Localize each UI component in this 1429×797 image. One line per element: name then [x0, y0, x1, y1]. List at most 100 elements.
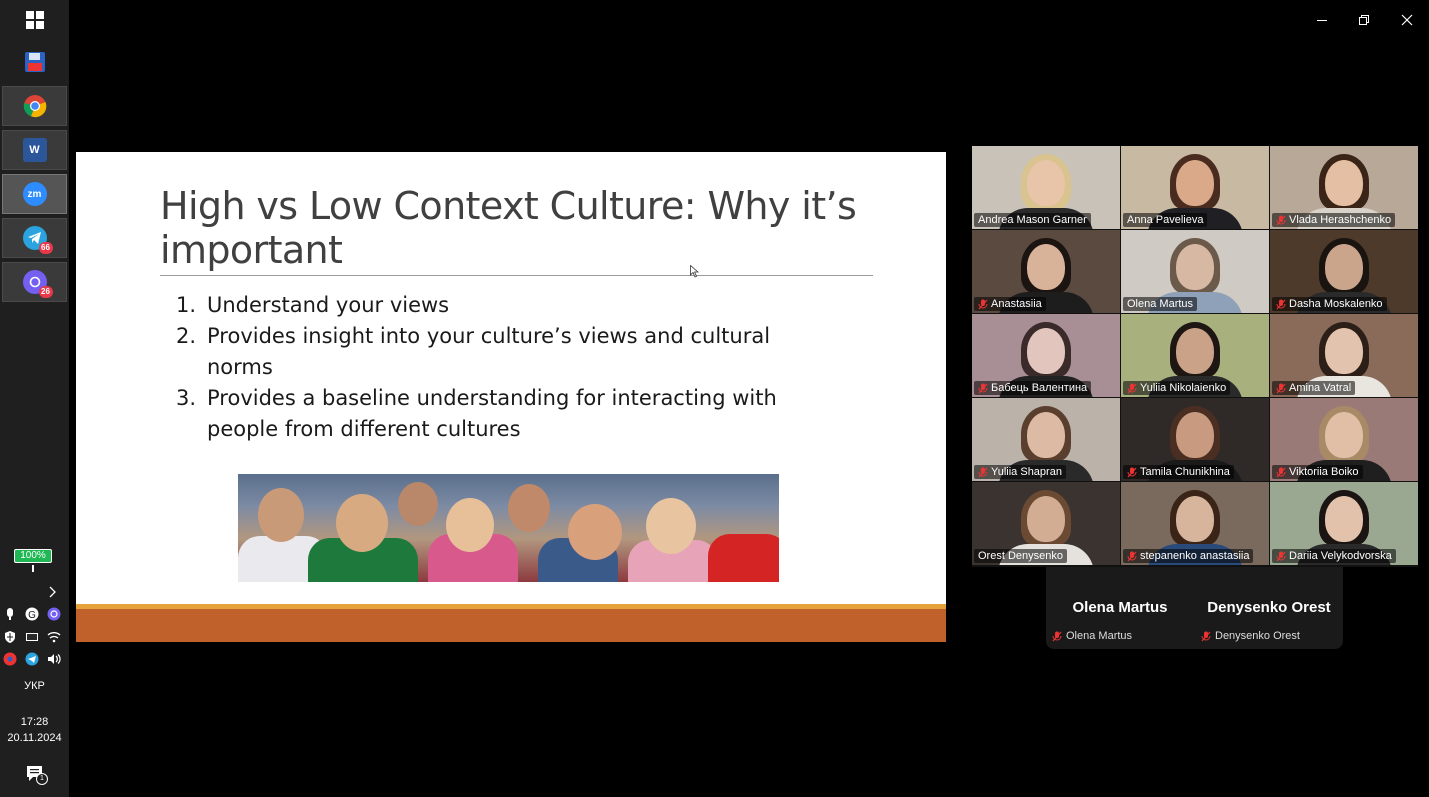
participant-name-tile[interactable]: Olena Martus Olena Martus: [1046, 567, 1194, 649]
notification-button[interactable]: 1: [25, 764, 48, 786]
participant-video-tile[interactable]: Olena Martus: [1121, 230, 1269, 313]
muted-mic-icon: [1127, 551, 1137, 561]
slide-list-item: 1. Understand your views: [176, 290, 796, 321]
participant-name-label: Dasha Moskalenko: [1272, 297, 1387, 311]
close-icon: [1401, 14, 1413, 26]
participant-name-label: Denysenko Orest: [1201, 630, 1300, 642]
muted-mic-icon: [1276, 383, 1286, 393]
muted-mic-icon: [1201, 631, 1211, 641]
telegram-app[interactable]: 66: [2, 218, 67, 258]
participant-name-tile[interactable]: Denysenko Orest Denysenko Orest: [1195, 567, 1343, 649]
volume-icon[interactable]: [47, 652, 61, 666]
participant-name-label: Yuliia Shapran: [974, 465, 1066, 479]
tray-expand-chevron-icon[interactable]: [48, 585, 58, 598]
participant-face: [1325, 496, 1363, 542]
chrome-app[interactable]: [2, 86, 67, 126]
participant-name-text: Andrea Mason Garner: [978, 214, 1087, 226]
start-button[interactable]: [2, 0, 67, 40]
muted-mic-icon: [978, 467, 988, 477]
participant-name-text: Olena Martus: [1066, 630, 1133, 642]
participant-video-tile[interactable]: Tamila Chunikhina: [1121, 398, 1269, 481]
participant-display-name: Denysenko Orest: [1207, 599, 1331, 616]
chrome-icon: [23, 95, 46, 118]
participant-face: [1176, 244, 1214, 290]
slide-footer-band: [76, 609, 946, 642]
battery-percent: 100%: [20, 550, 46, 561]
participant-video-tile[interactable]: Orest Denysenko: [972, 482, 1120, 565]
participant-name-label: Vlada Herashchenko: [1272, 213, 1396, 227]
participant-video-tile[interactable]: Yuliia Nikolaienko: [1121, 314, 1269, 397]
participant-name-label: Yuliia Nikolaienko: [1123, 381, 1231, 395]
participant-name-label: Tamila Chunikhina: [1123, 465, 1234, 479]
participant-name-text: Vlada Herashchenko: [1289, 214, 1392, 226]
slide-list-item: 3. Provides a baseline understanding for …: [176, 383, 796, 445]
viber-icon: 26: [22, 270, 53, 298]
slide-item-number: 3.: [176, 386, 197, 410]
restore-button[interactable]: [1352, 8, 1376, 32]
participant-video-tile[interactable]: Anna Pavelieva: [1121, 146, 1269, 229]
muted-mic-icon: [1127, 383, 1137, 393]
language-indicator[interactable]: УКР: [0, 680, 69, 692]
participant-face: [1325, 244, 1363, 290]
slide-item-number: 1.: [176, 293, 197, 317]
svg-text:G: G: [28, 610, 36, 621]
participant-video-tile[interactable]: Yuliia Shapran: [972, 398, 1120, 481]
shared-slide: High vs Low Context Culture: Why it’s im…: [76, 152, 946, 642]
word-icon: W: [22, 138, 47, 162]
participant-name-label: Orest Denysenko: [974, 549, 1067, 563]
participant-face: [1027, 160, 1065, 206]
minimize-button[interactable]: [1310, 8, 1334, 32]
participant-video-tile[interactable]: Amina Vatral: [1270, 314, 1418, 397]
muted-mic-icon: [1052, 631, 1062, 641]
participant-name-panel: Olena Martus Olena Martus Denysenko Ores…: [1046, 567, 1343, 649]
wifi-icon[interactable]: [47, 630, 61, 644]
windows-icon: [25, 11, 44, 29]
save-app[interactable]: [2, 42, 67, 82]
telegram-tray-icon[interactable]: [25, 652, 39, 666]
slide-item-text: Provides insight into your culture’s vie…: [207, 324, 771, 379]
participant-video-tile[interactable]: Dariia Velykodvorska: [1270, 482, 1418, 565]
participant-name-text: Viktoriia Boiko: [1289, 466, 1359, 478]
battery-indicator[interactable]: 100%: [14, 549, 54, 572]
display-icon[interactable]: [25, 630, 39, 644]
participant-name-label: Бабець Валентина: [974, 381, 1092, 395]
participant-video-tile[interactable]: Anastasiia: [972, 230, 1120, 313]
participant-video-tile[interactable]: Dasha Moskalenko: [1270, 230, 1418, 313]
close-button[interactable]: [1395, 8, 1419, 32]
participant-video-tile[interactable]: Бабець Валентина: [972, 314, 1120, 397]
mouse-cursor-icon: [690, 265, 699, 278]
participant-gallery: Andrea Mason Garner Anna Pavelieva Vlada H…: [972, 146, 1418, 567]
participant-name-label: Dariia Velykodvorska: [1272, 549, 1396, 563]
word-app[interactable]: W: [2, 130, 67, 170]
restore-icon: [1359, 15, 1369, 25]
microphone-icon[interactable]: [3, 607, 17, 621]
participant-face: [1325, 412, 1363, 458]
clock-time[interactable]: 17:28: [0, 716, 69, 728]
slide-item-text: Provides a baseline understanding for in…: [207, 386, 777, 441]
participant-name-text: Amina Vatral: [1289, 382, 1352, 394]
slide-title: High vs Low Context Culture: Why it’s im…: [160, 184, 857, 272]
muted-mic-icon: [978, 299, 988, 309]
participant-name-text: Orest Denysenko: [978, 550, 1063, 562]
participant-video-tile[interactable]: Andrea Mason Garner: [972, 146, 1120, 229]
minimize-icon: [1317, 20, 1327, 21]
muted-mic-icon: [978, 383, 988, 393]
slide-bullet-list: 1. Understand your views 2. Provides insig…: [176, 290, 796, 445]
participant-video-tile[interactable]: Viktoriia Boiko: [1270, 398, 1418, 481]
participant-video-tile[interactable]: Vlada Herashchenko: [1270, 146, 1418, 229]
viber-app[interactable]: 26: [2, 262, 67, 302]
clock-date[interactable]: 20.11.2024: [0, 732, 69, 744]
zoom-app[interactable]: zm: [2, 174, 67, 214]
participant-name-text: Tamila Chunikhina: [1140, 466, 1230, 478]
taskbar: W zm 66 26 100% G УКР 17:28 20.11.2024 1: [0, 0, 69, 797]
participant-video-tile[interactable]: stepanenko anastasiia: [1121, 482, 1269, 565]
viber-tray-icon[interactable]: [47, 607, 61, 621]
security-shield-icon[interactable]: [3, 630, 17, 644]
participant-face: [1027, 244, 1065, 290]
record-tray-icon[interactable]: [3, 652, 17, 666]
participant-face: [1027, 412, 1065, 458]
grammarly-icon[interactable]: G: [25, 607, 39, 621]
telegram-icon: 66: [22, 226, 53, 254]
muted-mic-icon: [1276, 467, 1286, 477]
participant-face: [1325, 160, 1363, 206]
